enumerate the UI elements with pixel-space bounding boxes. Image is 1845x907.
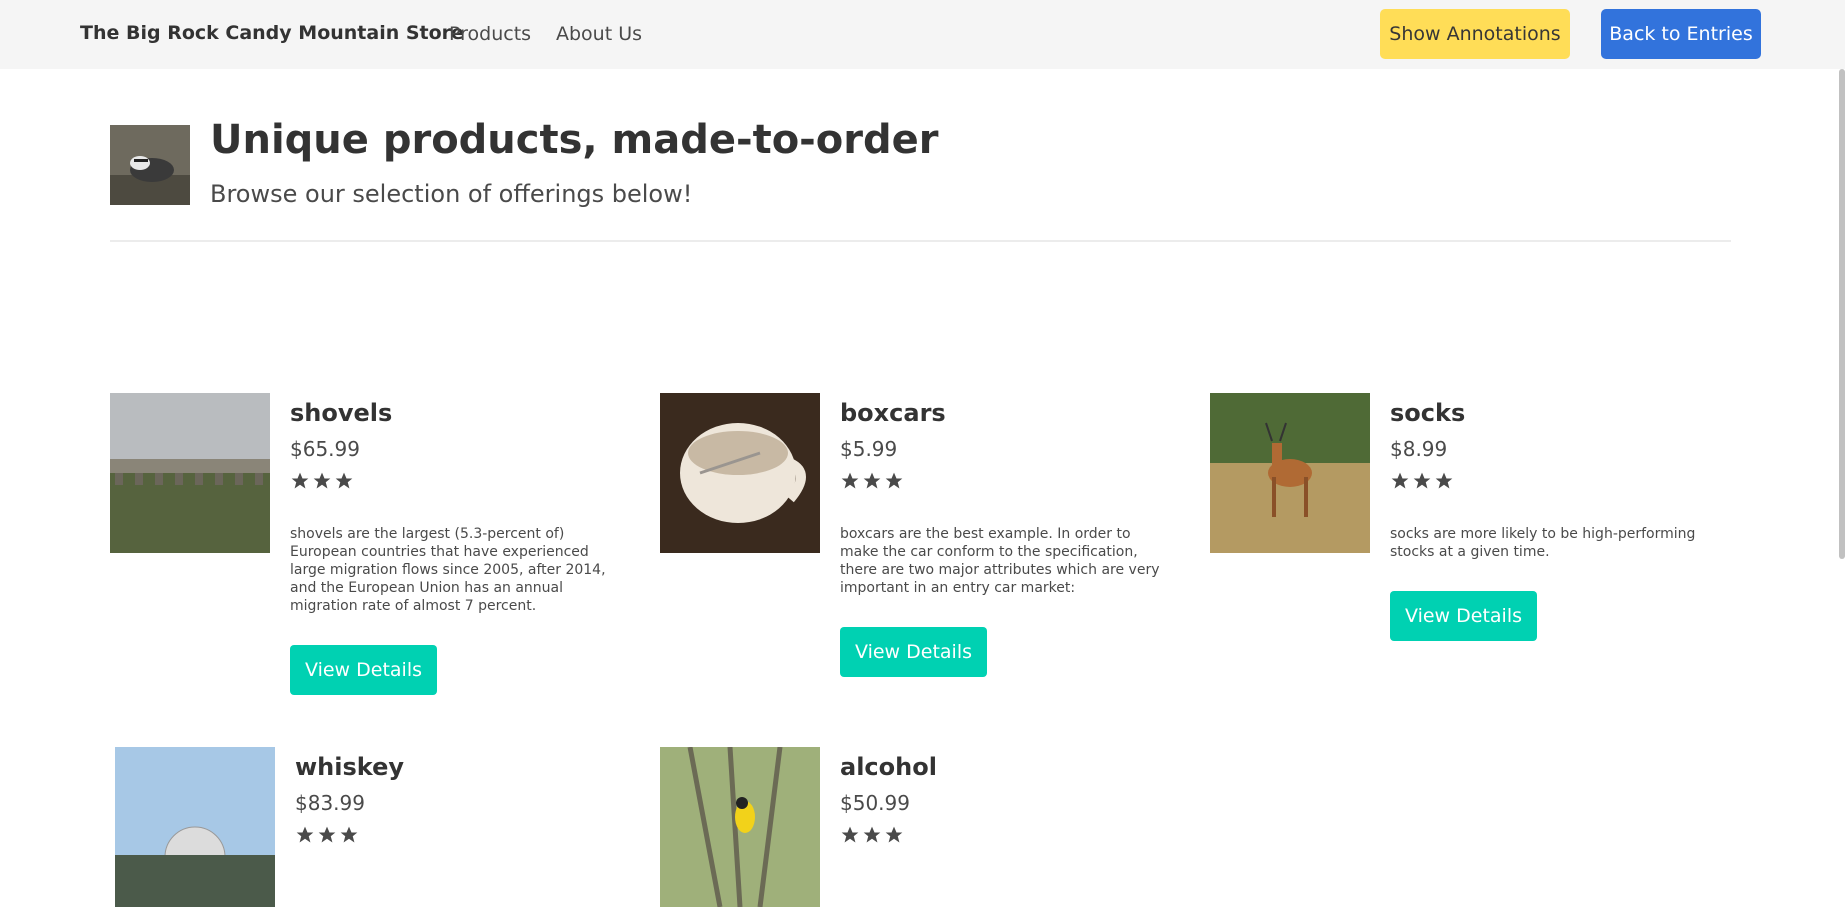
nav-products-link[interactable]: Products [449, 23, 531, 45]
page-subtitle: Browse our selection of offerings below! [210, 180, 693, 208]
star-icon [1413, 472, 1431, 489]
nav-about-link[interactable]: About Us [556, 23, 642, 45]
star-icon [340, 826, 358, 843]
rating-stars [295, 825, 625, 849]
star-icon [841, 472, 859, 489]
product-name[interactable]: whiskey [295, 753, 625, 781]
product-name[interactable]: socks [1390, 399, 1720, 427]
product-description: socks are more likely to be high-perform… [1390, 526, 1696, 560]
product-image-shovels[interactable] [110, 393, 270, 553]
back-to-entries-button[interactable]: Back to Entries [1601, 9, 1761, 59]
star-icon [318, 826, 336, 843]
rating-stars [840, 471, 1170, 495]
view-details-button[interactable]: View Details [1390, 591, 1537, 641]
rating-stars [1390, 471, 1720, 495]
star-icon [885, 472, 903, 489]
view-details-button[interactable]: View Details [290, 645, 437, 695]
product-price: $83.99 [295, 791, 365, 815]
product-price: $8.99 [1390, 437, 1448, 461]
scrollbar-thumb[interactable] [1839, 69, 1845, 559]
rating-stars [290, 471, 620, 495]
star-icon [841, 826, 859, 843]
product-price: $65.99 [290, 437, 360, 461]
navbar: The Big Rock Candy Mountain Store Produc… [0, 0, 1845, 69]
show-annotations-button[interactable]: Show Annotations [1380, 9, 1570, 59]
star-icon [1435, 472, 1453, 489]
page-title: Unique products, made-to-order [210, 117, 939, 163]
badger-logo-image [110, 125, 190, 205]
product-image-whiskey[interactable] [115, 747, 275, 907]
star-icon [863, 826, 881, 843]
product-price: $50.99 [840, 791, 910, 815]
product-price: $5.99 [840, 437, 898, 461]
star-icon [335, 472, 353, 489]
product-description: boxcars are the best example. In order t… [840, 526, 1160, 596]
product-description: shovels are the largest (5.3-percent of)… [290, 526, 606, 614]
star-icon [291, 472, 309, 489]
divider [110, 240, 1731, 242]
product-image-boxcars[interactable] [660, 393, 820, 553]
view-details-button[interactable]: View Details [840, 627, 987, 677]
product-name[interactable]: boxcars [840, 399, 1170, 427]
product-name[interactable]: alcohol [840, 753, 1170, 781]
star-icon [885, 826, 903, 843]
star-icon [863, 472, 881, 489]
product-image-socks[interactable] [1210, 393, 1370, 553]
star-icon [1391, 472, 1409, 489]
brand-link[interactable]: The Big Rock Candy Mountain Store [80, 22, 464, 44]
star-icon [296, 826, 314, 843]
star-icon [313, 472, 331, 489]
product-name[interactable]: shovels [290, 399, 620, 427]
rating-stars [840, 825, 1170, 849]
product-image-alcohol[interactable] [660, 747, 820, 907]
